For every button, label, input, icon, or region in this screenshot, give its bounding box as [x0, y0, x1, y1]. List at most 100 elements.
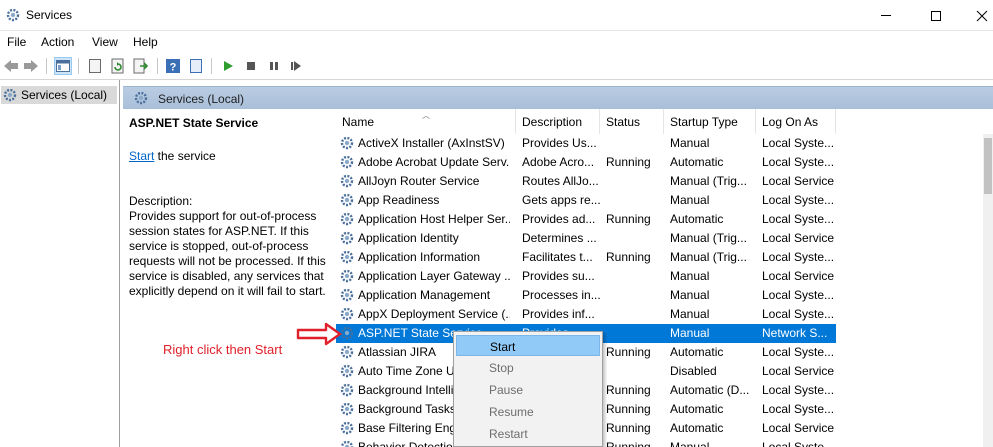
cell-name: Application Identity — [358, 231, 459, 245]
context-menu-start[interactable]: Start — [456, 335, 600, 356]
cell-name: Adobe Acrobat Update Serv... — [358, 155, 510, 169]
scrollbar-thumb[interactable] — [984, 138, 992, 194]
description-line: service is stopped, out-of-process — [129, 239, 309, 253]
table-row[interactable]: AllJoyn Router Service Routes AllJo... Man… — [336, 172, 836, 191]
context-menu-stop[interactable]: Stop — [456, 357, 600, 378]
forward-button[interactable] — [22, 57, 40, 75]
refresh-button[interactable] — [109, 57, 127, 75]
export-icon — [133, 58, 149, 74]
start-service-link[interactable]: Start — [129, 149, 154, 163]
panel-header: Services (Local) — [123, 86, 993, 109]
minimize-button[interactable] — [863, 0, 909, 31]
service-gear-icon — [340, 402, 354, 416]
context-menu-restart[interactable]: Restart — [456, 423, 600, 444]
export-list-button[interactable] — [132, 57, 150, 75]
console-view-button[interactable] — [187, 57, 205, 75]
menu-file[interactable]: File — [7, 35, 26, 49]
table-row[interactable]: Application Information Facilitates t... R… — [336, 248, 836, 267]
cell-startup-type: Manual — [670, 307, 710, 321]
cell-description: Adobe Acro... — [522, 155, 595, 169]
cell-description: Provides inf... — [522, 307, 595, 321]
cell-status: Running — [606, 250, 651, 264]
start-service-button[interactable] — [219, 57, 237, 75]
service-gear-icon — [340, 136, 354, 150]
restart-service-button[interactable] — [287, 57, 305, 75]
description-line: Provides support for out-of-process — [129, 209, 317, 223]
window-title: Services — [26, 8, 73, 22]
column-header-log-on-as[interactable]: Log On As — [756, 109, 836, 134]
properties-icon — [89, 59, 101, 73]
stop-service-button[interactable] — [242, 57, 260, 75]
column-header-status[interactable]: Status — [600, 109, 664, 134]
cell-status: Running — [606, 155, 651, 169]
description-line: session states for ASP.NET. If this — [129, 224, 309, 238]
console-tree-icon — [56, 60, 70, 72]
context-menu-pause[interactable]: Pause — [456, 379, 600, 400]
table-row[interactable]: Application Management Processes in... Man… — [336, 286, 836, 305]
cell-name: Application Host Helper Ser... — [358, 212, 510, 226]
help-button[interactable]: ? — [164, 57, 182, 75]
context-menu-resume[interactable]: Resume — [456, 401, 600, 422]
service-gear-icon — [340, 212, 354, 226]
description-line: explicitly depend on it will fail to sta… — [129, 284, 326, 298]
sort-ascending-icon: ︿ — [422, 111, 430, 120]
start-line: Start the service — [129, 149, 216, 163]
table-row[interactable]: AppX Deployment Service (... Provides inf… — [336, 305, 836, 324]
column-header-description[interactable]: Description — [516, 109, 600, 134]
service-gear-icon — [340, 364, 354, 378]
cell-description: Determines ... — [522, 231, 597, 245]
menu-bar: File Action View Help — [0, 31, 993, 53]
title-bar: Services — [0, 0, 993, 31]
description-text: Provides support for out-of-process sess… — [129, 209, 333, 299]
cell-status: Running — [606, 383, 651, 397]
table-row[interactable]: Adobe Acrobat Update Serv... Adobe Acro..… — [336, 153, 836, 172]
tree-item-services-local[interactable]: Services (Local) — [1, 86, 117, 104]
toolbar-separator — [78, 58, 79, 74]
table-row[interactable]: Application Layer Gateway ... Provides su… — [336, 267, 836, 286]
menu-action[interactable]: Action — [41, 35, 74, 49]
menu-view[interactable]: View — [92, 35, 118, 49]
stop-icon — [247, 62, 255, 70]
description-label: Description: — [129, 194, 193, 208]
cell-name: Application Management — [358, 288, 491, 302]
description-pane: ASP.NET State Service Start the service … — [123, 109, 333, 447]
service-gear-icon — [340, 155, 354, 169]
cell-log-on-as: Network S... — [762, 326, 828, 340]
column-header-name[interactable]: Name ︿ — [336, 109, 516, 134]
service-gear-icon — [340, 269, 354, 283]
cell-startup-type: Disabled — [670, 364, 717, 378]
cell-description: Provides Us... — [522, 136, 597, 150]
cell-startup-type: Automatic (D... — [670, 383, 750, 397]
cell-description: Processes in... — [522, 288, 600, 302]
cell-status: Running — [606, 402, 651, 416]
column-header-startup-type[interactable]: Startup Type — [664, 109, 756, 134]
refresh-icon — [111, 58, 124, 74]
properties-button[interactable] — [86, 57, 104, 75]
vertical-scrollbar[interactable] — [983, 134, 993, 447]
service-gear-icon — [340, 174, 354, 188]
pause-service-button[interactable] — [265, 57, 283, 75]
table-row[interactable]: ActiveX Installer (AxInstSV) Provides Us.… — [336, 134, 836, 153]
column-header-label: Name — [342, 115, 375, 129]
back-arrow-icon — [4, 60, 18, 72]
start-suffix: the service — [154, 149, 216, 163]
cell-startup-type: Manual — [670, 326, 710, 340]
close-button[interactable] — [959, 0, 993, 31]
cell-log-on-as: Local Service — [762, 269, 835, 283]
service-title: ASP.NET State Service — [129, 116, 259, 130]
cell-startup-type: Manual — [670, 136, 710, 150]
cell-log-on-as: Local Service — [762, 364, 835, 378]
show-hide-console-tree-button[interactable] — [54, 57, 72, 75]
table-row[interactable]: App Readiness Gets apps re... Manual Local … — [336, 191, 836, 210]
menu-help[interactable]: Help — [133, 35, 158, 49]
table-row[interactable]: Application Host Helper Ser... Provides a… — [336, 210, 836, 229]
cell-log-on-as: Local Syste... — [762, 193, 835, 207]
table-row[interactable]: Application Identity Determines ... Manual… — [336, 229, 836, 248]
cell-startup-type: Automatic — [670, 402, 724, 416]
cell-status: Running — [606, 212, 651, 226]
cell-status: Running — [606, 421, 651, 435]
cell-log-on-as: Local Syste... — [762, 155, 835, 169]
service-gear-icon — [340, 326, 354, 340]
back-button[interactable] — [2, 57, 20, 75]
maximize-button[interactable] — [913, 0, 959, 31]
